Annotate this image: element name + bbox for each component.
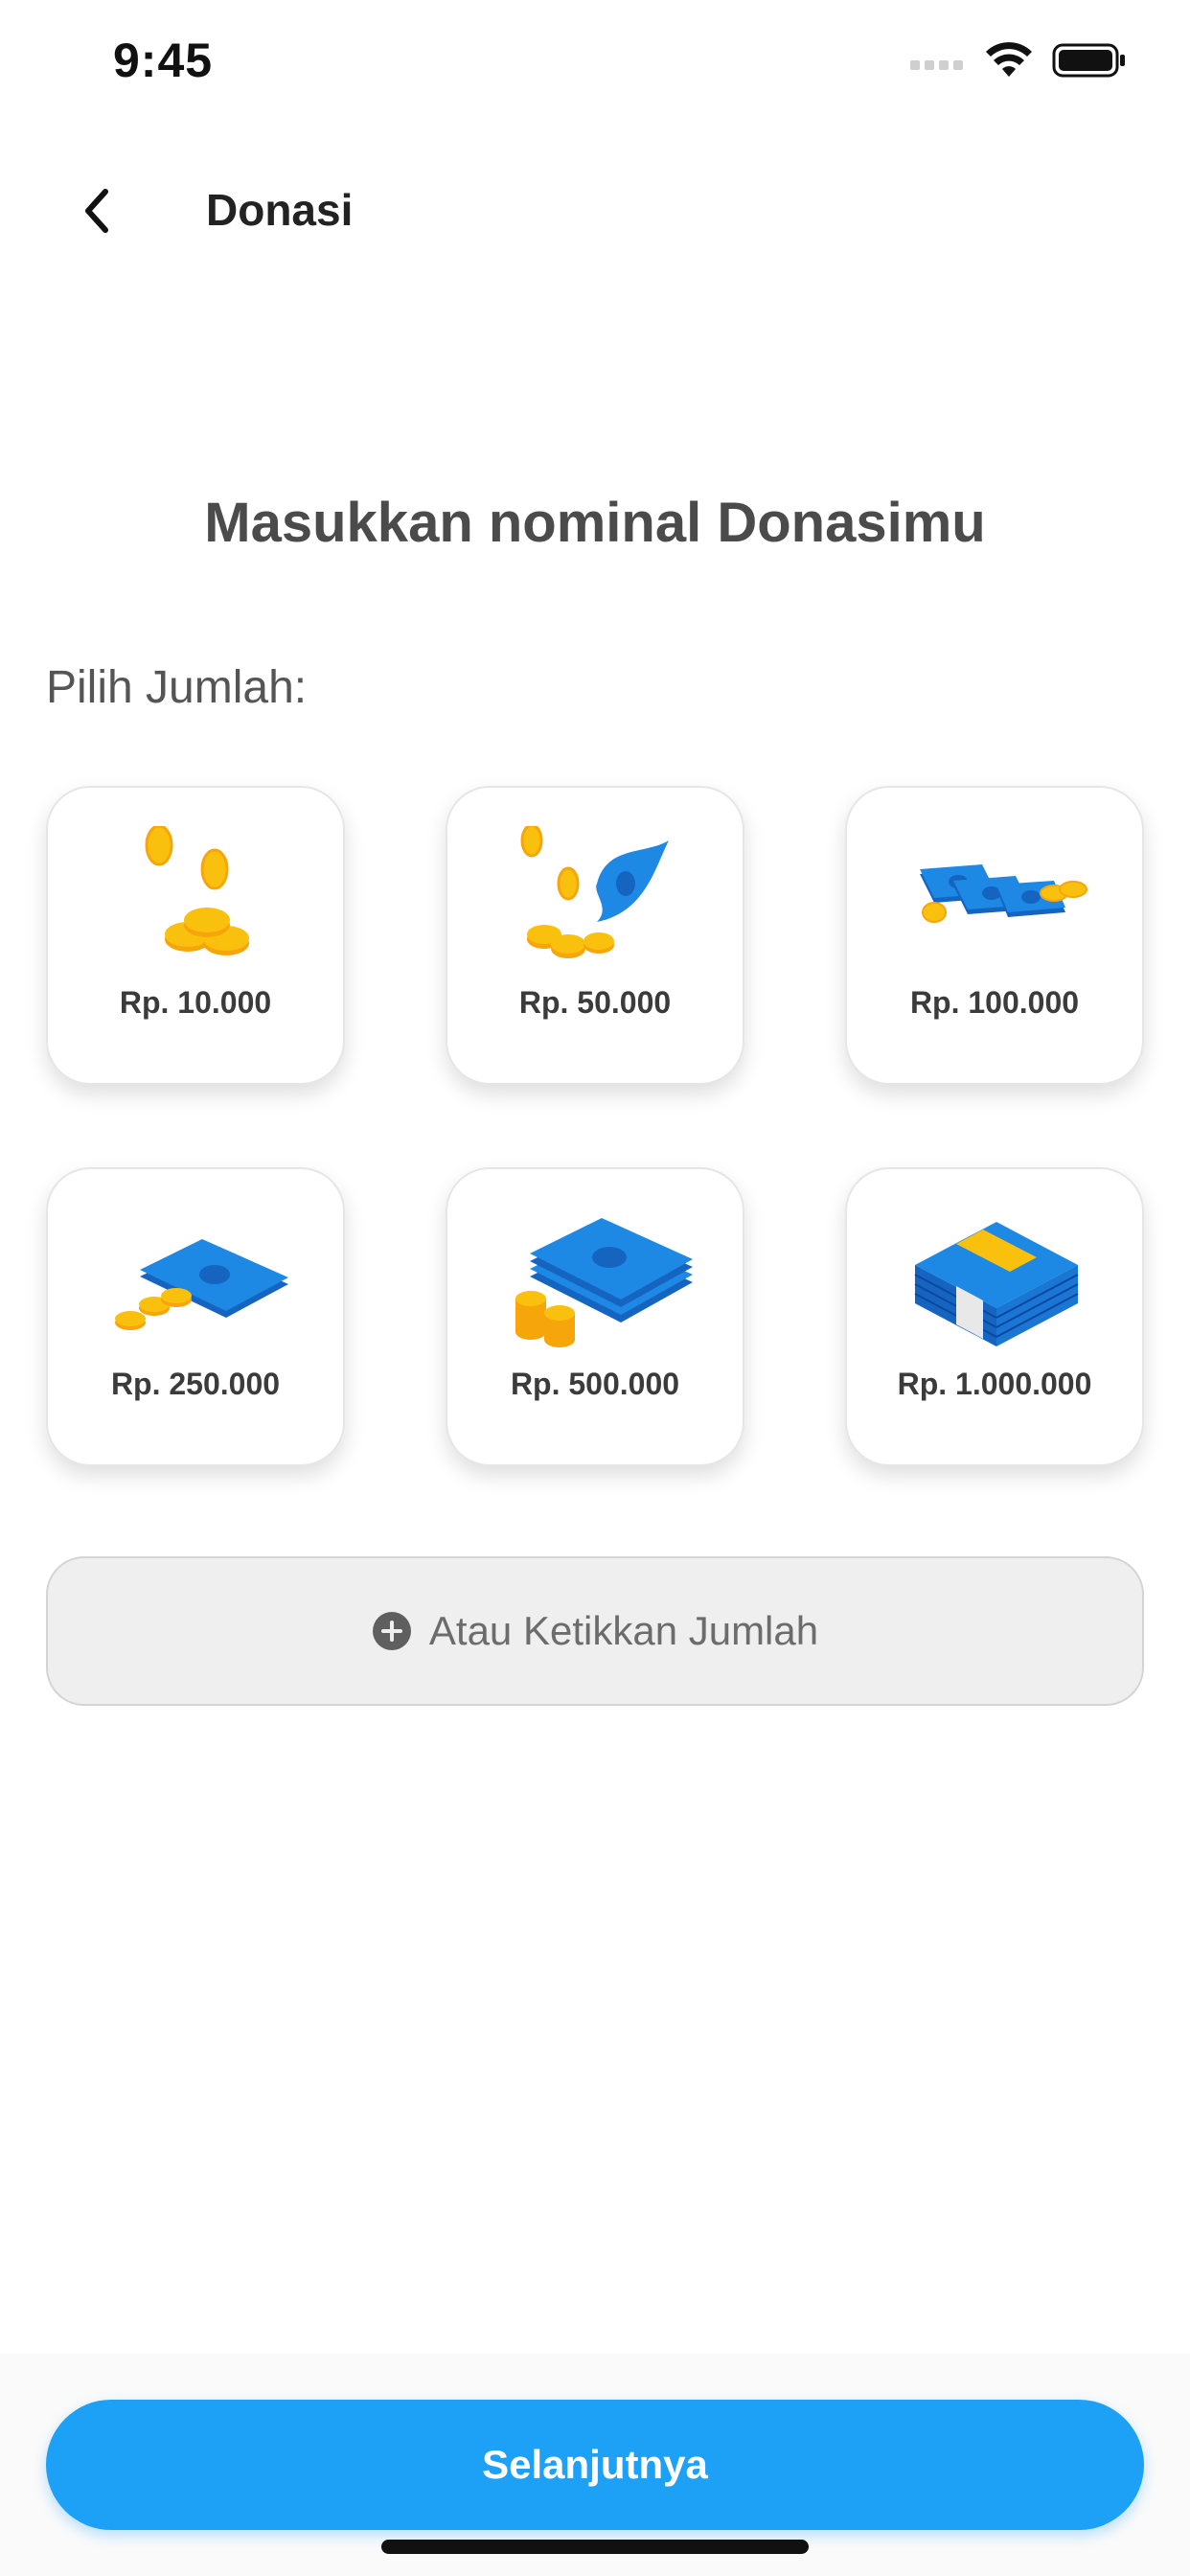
- amount-option-50000[interactable]: Rp. 50.000: [446, 786, 744, 1085]
- amount-option-1000000[interactable]: Rp. 1.000.000: [845, 1167, 1144, 1466]
- nav-bar: Donasi: [0, 163, 1190, 259]
- page-title: Donasi: [206, 185, 354, 235]
- amount-option-500000[interactable]: Rp. 500.000: [446, 1167, 744, 1466]
- bill-stack-with-coins-icon: [515, 1218, 693, 1347]
- cellular-signal-icon: [910, 60, 963, 70]
- amount-label: Rp. 100.000: [909, 985, 1080, 1020]
- next-button-label: Selanjutnya: [482, 2442, 708, 2487]
- next-button[interactable]: Selanjutnya: [46, 2400, 1144, 2530]
- plus-circle-icon: [372, 1612, 411, 1650]
- home-indicator: [381, 2540, 809, 2554]
- amount-label: Rp. 50.000: [518, 985, 672, 1020]
- donation-heading: Masukkan nominal Donasimu: [204, 492, 986, 554]
- coins-icon: [145, 826, 249, 955]
- chevron-left-icon: [85, 189, 108, 233]
- bill-with-coins-icon: [520, 826, 669, 958]
- amount-grid: Rp. 10.000 Rp. 50.000 Rp. 100.000 Rp. 25…: [46, 786, 1144, 1466]
- battery-icon: [1052, 43, 1125, 78]
- amount-option-250000[interactable]: Rp. 250.000: [46, 1167, 345, 1466]
- custom-amount-label: Atau Ketikkan Jumlah: [428, 1608, 819, 1653]
- status-icons: [910, 42, 1127, 79]
- status-time: 9:45: [113, 34, 214, 87]
- status-bar: 9:45: [0, 0, 1190, 134]
- amount-label: Rp. 250.000: [110, 1367, 281, 1401]
- wifi-icon: [986, 42, 1032, 77]
- amount-label: Rp. 1.000.000: [897, 1367, 1092, 1401]
- custom-amount-button[interactable]: Atau Ketikkan Jumlah: [46, 1556, 1144, 1706]
- banded-money-stack-icon: [914, 1222, 1079, 1346]
- bills-with-coins-icon: [920, 864, 1087, 923]
- amount-label: Rp. 500.000: [510, 1367, 680, 1401]
- back-button[interactable]: [48, 163, 144, 259]
- amount-option-100000[interactable]: Rp. 100.000: [845, 786, 1144, 1085]
- amount-label: Rp. 10.000: [119, 985, 272, 1020]
- bill-with-coins-icon: [115, 1239, 288, 1330]
- amount-option-10000[interactable]: Rp. 10.000: [46, 786, 345, 1085]
- select-amount-label: Pilih Jumlah:: [46, 662, 308, 713]
